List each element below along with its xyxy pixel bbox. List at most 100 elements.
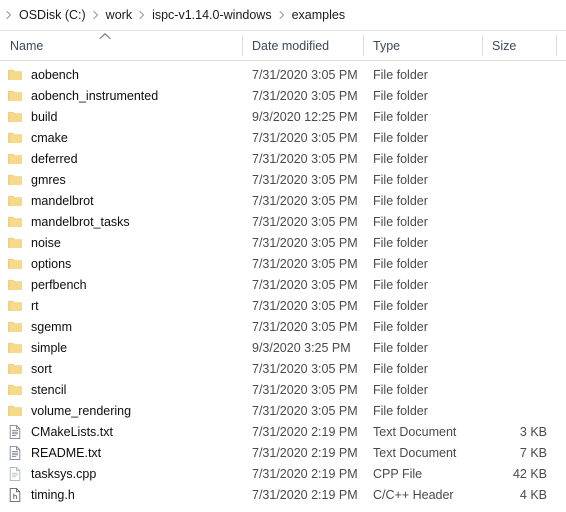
file-row-name-label: build (31, 109, 58, 124)
folder-icon (7, 340, 23, 356)
file-row-type: File folder (373, 256, 428, 271)
file-row-name-cell[interactable]: stencil (0, 382, 242, 398)
file-list-row[interactable]: rt 7/31/2020 3:05 PM File folder (0, 295, 566, 316)
breadcrumb-chevron-icon-2[interactable] (137, 10, 147, 20)
column-header-name-label: Name (10, 38, 44, 53)
file-row-name-cell[interactable]: mandelbrot (0, 193, 242, 209)
folder-icon (7, 235, 23, 251)
file-row-name-label: CMakeLists.txt (31, 424, 113, 439)
file-row-date-modified: 7/31/2020 3:05 PM (252, 172, 358, 187)
folder-icon (7, 256, 23, 272)
file-list-row[interactable]: build 9/3/2020 12:25 PM File folder (0, 106, 566, 127)
file-row-date-modified: 7/31/2020 2:19 PM (252, 466, 358, 481)
folder-icon (7, 403, 23, 419)
column-header-name[interactable]: Name (0, 31, 242, 60)
folder-icon (7, 382, 23, 398)
file-list-row[interactable]: aobench_instrumented 7/31/2020 3:05 PM Fil… (0, 85, 566, 106)
file-row-name-cell[interactable]: tasksys.cpp (0, 466, 242, 482)
file-list-row[interactable]: noise 7/31/2020 3:05 PM File folder (0, 232, 566, 253)
file-row-date-modified: 9/3/2020 12:25 PM (252, 109, 358, 124)
file-row-name-cell[interactable]: rt (0, 298, 242, 314)
file-row-name-cell[interactable]: simple (0, 340, 242, 356)
file-row-type: File folder (373, 403, 428, 418)
file-row-name-label: deferred (31, 151, 78, 166)
file-row-name-label: volume_rendering (31, 403, 132, 418)
file-row-name-label: noise (31, 235, 61, 250)
file-row-size: 3 KB (519, 424, 547, 439)
column-header-row: Name Date modified Type Size (0, 31, 566, 61)
file-row-name-label: README.txt (31, 445, 102, 460)
file-list-row[interactable]: mandelbrot 7/31/2020 3:05 PM File folder (0, 190, 566, 211)
address-bar[interactable]: OSDisk (C:) work ispc-v1.14.0-windows ex… (0, 0, 566, 31)
file-list-row[interactable]: cmake 7/31/2020 3:05 PM File folder (0, 127, 566, 148)
breadcrumb-item-examples[interactable]: examples (287, 5, 351, 25)
breadcrumb-chevron-icon-1[interactable] (91, 10, 101, 20)
file-list-row[interactable]: mandelbrot_tasks 7/31/2020 3:05 PM File fo… (0, 211, 566, 232)
file-row-name-cell[interactable]: sort (0, 361, 242, 377)
breadcrumb-item-work[interactable]: work (101, 5, 137, 25)
file-row-name-cell[interactable]: aobench_instrumented (0, 88, 242, 104)
file-row-type: File folder (373, 151, 428, 166)
file-row-name-label: timing.h (31, 487, 75, 502)
file-row-name-cell[interactable]: README.txt (0, 445, 242, 461)
file-row-name-cell[interactable]: noise (0, 235, 242, 251)
file-row-name-cell[interactable]: CMakeLists.txt (0, 424, 242, 440)
file-list-row[interactable]: deferred 7/31/2020 3:05 PM File folder (0, 148, 566, 169)
column-header-type[interactable]: Type (363, 31, 482, 60)
file-row-name-cell[interactable]: build (0, 109, 242, 125)
file-row-name-label: tasksys.cpp (31, 466, 97, 481)
file-row-date-modified: 7/31/2020 3:05 PM (252, 277, 358, 292)
column-header-size[interactable]: Size (482, 31, 557, 60)
file-row-date-modified: 7/31/2020 3:05 PM (252, 235, 358, 250)
file-row-name-cell[interactable]: perfbench (0, 277, 242, 293)
file-row-date-modified: 7/31/2020 3:05 PM (252, 151, 358, 166)
file-row-name-cell[interactable]: cmake (0, 130, 242, 146)
file-row-name-cell[interactable]: h timing.h (0, 487, 242, 503)
file-row-type: C/C++ Header (373, 487, 454, 502)
file-row-name-cell[interactable]: aobench (0, 67, 242, 83)
column-header-type-label: Type (373, 38, 401, 53)
text-document-icon (7, 424, 23, 440)
file-list[interactable]: aobench 7/31/2020 3:05 PM File folder aoben… (0, 61, 566, 512)
file-list-row[interactable]: simple 9/3/2020 3:25 PM File folder (0, 337, 566, 358)
file-list-row[interactable]: options 7/31/2020 3:05 PM File folder (0, 253, 566, 274)
file-row-name-cell[interactable]: options (0, 256, 242, 272)
file-row-date-modified: 7/31/2020 3:05 PM (252, 130, 358, 145)
file-list-row[interactable]: sgemm 7/31/2020 3:05 PM File folder (0, 316, 566, 337)
breadcrumb-item-drive[interactable]: OSDisk (C:) (14, 5, 91, 25)
file-row-date-modified: 7/31/2020 3:05 PM (252, 319, 358, 334)
file-row-name-label: aobench_instrumented (31, 88, 159, 103)
file-list-row[interactable]: h timing.h 7/31/2020 2:19 PM C/C++ Header 4 … (0, 484, 566, 505)
file-row-name-cell[interactable]: volume_rendering (0, 403, 242, 419)
file-row-name-label: sort (31, 361, 52, 376)
file-row-name-cell[interactable]: gmres (0, 172, 242, 188)
file-row-name-cell[interactable]: deferred (0, 151, 242, 167)
breadcrumb-item-ispc[interactable]: ispc-v1.14.0-windows (147, 5, 277, 25)
breadcrumb-chevron-icon-3[interactable] (277, 10, 287, 20)
file-row-size: 7 KB (519, 445, 547, 460)
file-list-row[interactable]: volume_rendering 7/31/2020 3:05 PM File fo… (0, 400, 566, 421)
folder-icon (7, 214, 23, 230)
file-list-row[interactable]: gmres 7/31/2020 3:05 PM File folder (0, 169, 566, 190)
folder-icon (7, 151, 23, 167)
file-row-name-cell[interactable]: mandelbrot_tasks (0, 214, 242, 230)
file-list-row[interactable]: CMakeLists.txt 7/31/2020 2:19 PM Text Docu… (0, 421, 566, 442)
file-row-type: File folder (373, 172, 428, 187)
file-list-row[interactable]: aobench 7/31/2020 3:05 PM File folder (0, 64, 566, 85)
file-row-size: 42 KB (512, 466, 547, 481)
file-list-row[interactable]: perfbench 7/31/2020 3:05 PM File folder (0, 274, 566, 295)
file-row-type: Text Document (373, 424, 457, 439)
file-row-name-label: simple (31, 340, 68, 355)
file-row-date-modified: 7/31/2020 3:05 PM (252, 88, 358, 103)
folder-icon (7, 298, 23, 314)
file-list-row[interactable]: stencil 7/31/2020 3:05 PM File folder (0, 379, 566, 400)
column-header-date-modified[interactable]: Date modified (242, 31, 363, 60)
file-row-name-cell[interactable]: sgemm (0, 319, 242, 335)
file-list-row[interactable]: tasksys.cpp 7/31/2020 2:19 PM CPP File 42 K… (0, 463, 566, 484)
file-list-row[interactable]: README.txt 7/31/2020 2:19 PM Text Document… (0, 442, 566, 463)
file-row-type: File folder (373, 319, 428, 334)
file-row-name-label: stencil (31, 382, 67, 397)
folder-icon (7, 109, 23, 125)
file-list-row[interactable]: sort 7/31/2020 3:05 PM File folder (0, 358, 566, 379)
file-row-name-label: mandelbrot (31, 193, 94, 208)
